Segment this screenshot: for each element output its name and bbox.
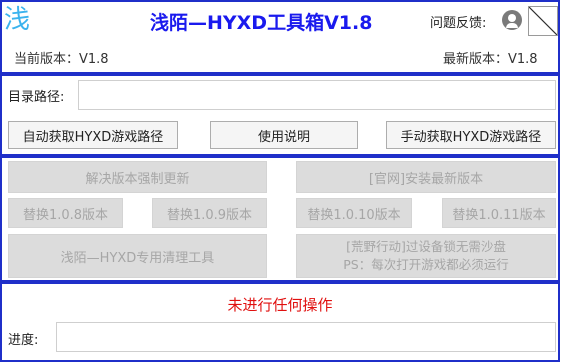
replace-109-button[interactable]: 替换1.0.9版本 xyxy=(152,198,267,228)
status-panel: 未进行任何操作 进度: xyxy=(0,282,560,362)
bypass-line-2: PS：每次打开游戏都必须运行 xyxy=(343,257,509,272)
replace-1011-button[interactable]: 替换1.0.11版本 xyxy=(442,198,556,228)
path-label: 目录路径: xyxy=(8,90,65,105)
app-logo: 浅 xyxy=(4,5,31,35)
latest-version: 最新版本：V1.8 xyxy=(443,52,538,67)
feedback-image-box[interactable] xyxy=(528,6,558,36)
path-input[interactable] xyxy=(78,80,556,110)
app-title: 浅陌—HYXD工具箱V1.8 xyxy=(150,12,373,34)
auto-path-button[interactable]: 自动获取HYXD游戏路径 xyxy=(8,121,178,149)
actions-panel: 解决版本强制更新 [官网]安装最新版本 替换1.0.8版本 替换1.0.9版本 … xyxy=(0,156,560,282)
status-message: 未进行任何操作 xyxy=(227,296,333,314)
progress-label: 进度: xyxy=(8,333,39,348)
fix-forced-update-button[interactable]: 解决版本强制更新 xyxy=(8,161,267,193)
cleaner-button[interactable]: 浅陌—HYXD专用清理工具 xyxy=(8,234,267,278)
current-version: 当前版本：V1.8 xyxy=(14,52,109,67)
path-panel: 目录路径: 自动获取HYXD游戏路径 使用说明 手动获取HYXD游戏路径 xyxy=(0,74,560,156)
official-install-button[interactable]: [官网]安装最新版本 xyxy=(296,161,556,193)
feedback-label: 问题反馈: xyxy=(430,16,487,31)
progress-field xyxy=(56,322,556,352)
header-panel: 浅 浅陌—HYXD工具箱V1.8 问题反馈: 当前版本：V1.8 最新版本：V1… xyxy=(0,0,560,74)
replace-108-button[interactable]: 替换1.0.8版本 xyxy=(8,198,123,228)
help-button[interactable]: 使用说明 xyxy=(210,121,358,149)
user-icon[interactable] xyxy=(502,10,522,30)
replace-1010-button[interactable]: 替换1.0.10版本 xyxy=(296,198,412,228)
bypass-line-1: [荒野行动]过设备锁无需沙盘 xyxy=(346,239,506,254)
manual-path-button[interactable]: 手动获取HYXD游戏路径 xyxy=(386,121,556,149)
device-lock-bypass-button[interactable]: [荒野行动]过设备锁无需沙盘 PS：每次打开游戏都必须运行 xyxy=(296,234,556,278)
